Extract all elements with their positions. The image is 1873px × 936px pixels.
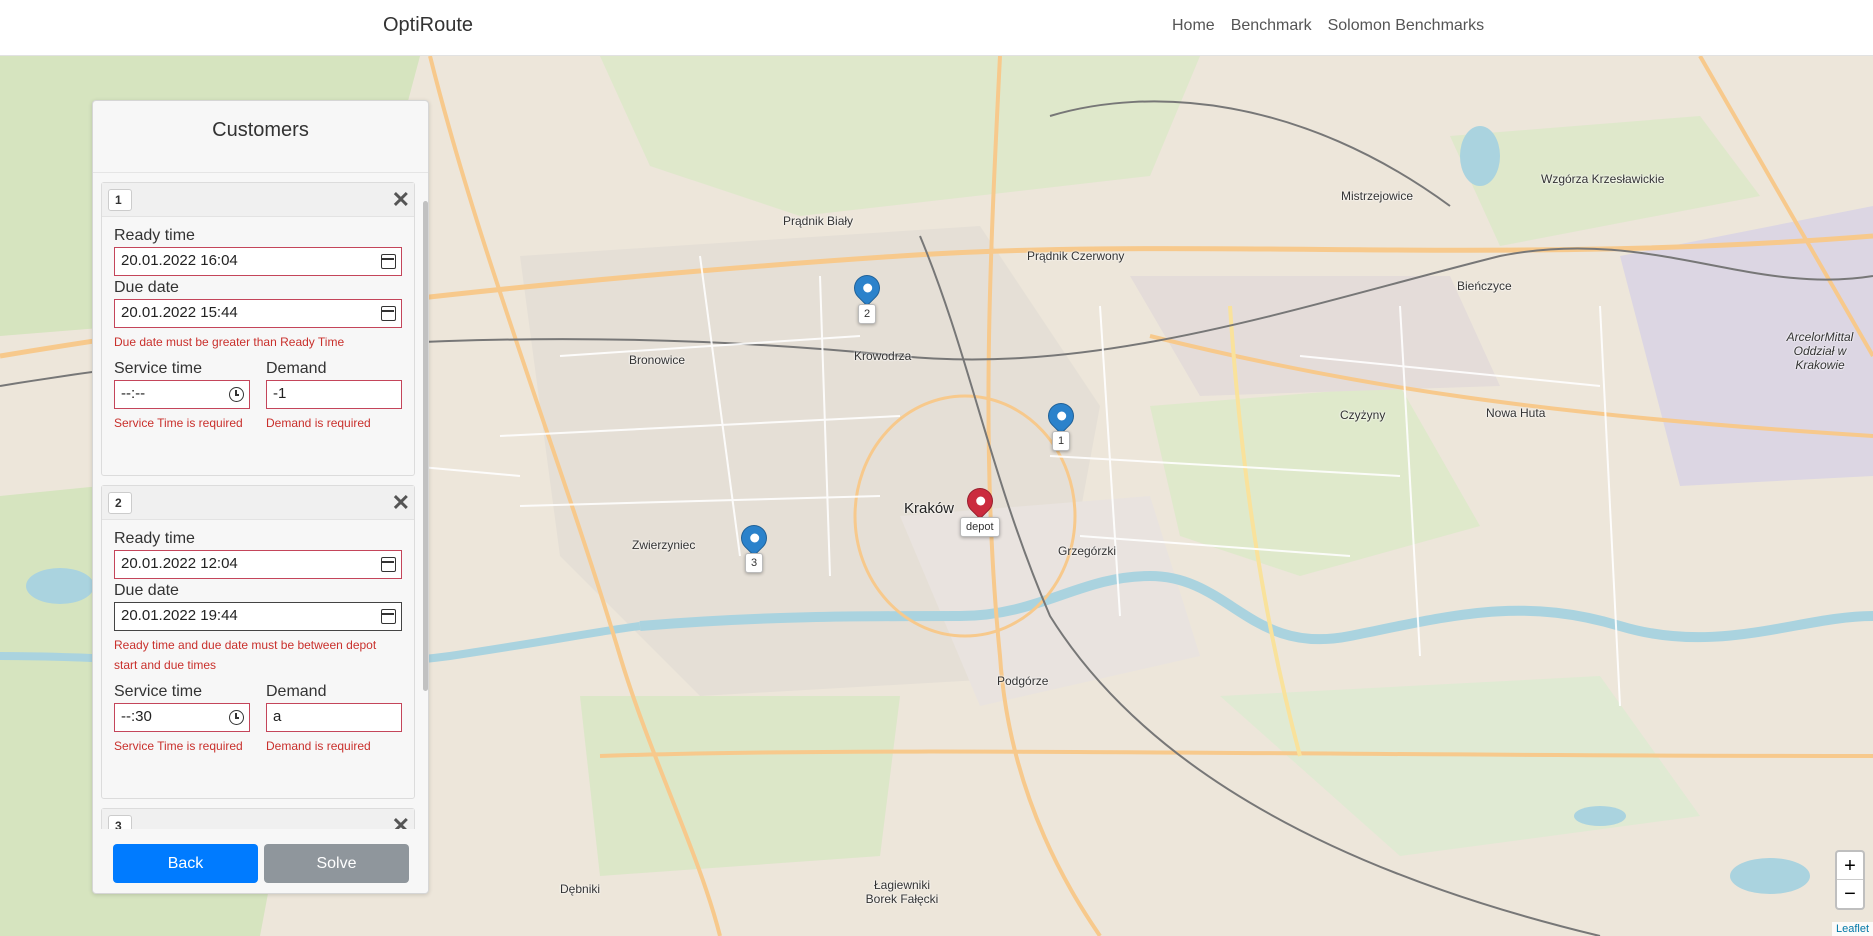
service-demand-row: Service time --:30 Service Time is requi… xyxy=(114,681,402,756)
nav-links: Home Benchmark Solomon Benchmarks xyxy=(1172,17,1484,35)
ready-time-value: 20.01.2022 16:04 xyxy=(121,252,238,269)
due-date-label: Due date xyxy=(114,582,179,599)
calendar-icon[interactable] xyxy=(381,609,396,624)
nav-solomon-benchmarks[interactable]: Solomon Benchmarks xyxy=(1328,17,1485,35)
ready-time-label: Ready time xyxy=(114,530,195,547)
map-label-podgorze: Podgórze xyxy=(997,674,1049,688)
due-date-input[interactable]: 20.01.2022 15:44 xyxy=(114,299,402,328)
zoom-in-button[interactable]: + xyxy=(1837,852,1863,880)
customer-card-body: Ready time 20.01.2022 12:04 Due date 20.… xyxy=(102,520,414,756)
map-label-bronowice: Bronowice xyxy=(629,353,686,367)
demand-group: Demand a Demand is required xyxy=(266,681,402,756)
due-date-error: Due date must be greater than Ready Time xyxy=(114,335,345,349)
zoom-control: + − xyxy=(1835,850,1865,910)
ready-time-input[interactable]: 20.01.2022 16:04 xyxy=(114,247,402,276)
demand-error: Demand is required xyxy=(266,739,371,753)
customer-card: 2 ✕ Ready time 20.01.2022 12:04 Due date… xyxy=(101,485,415,799)
service-time-group: Service time --:-- Service Time is requi… xyxy=(114,358,250,433)
customer-card-header: 2 ✕ xyxy=(102,486,414,520)
demand-value: a xyxy=(273,708,282,725)
map-label-grzegorzki: Grzegórzki xyxy=(1058,544,1117,558)
map-label-pradnik-bialy: Prądnik Biały xyxy=(783,214,854,228)
map-label-krowodrza: Krowodrza xyxy=(854,349,912,363)
clock-icon[interactable] xyxy=(229,710,244,725)
service-time-input[interactable]: --:-- xyxy=(114,380,250,409)
due-date-value: 20.01.2022 19:44 xyxy=(121,607,238,624)
marker-tooltip-depot: depot xyxy=(960,517,1000,537)
marker-tooltip-2: 2 xyxy=(858,304,877,324)
customer-list[interactable]: 1 ✕ Ready time 20.01.2022 16:04 Due date… xyxy=(93,174,430,829)
demand-error: Demand is required xyxy=(266,416,371,430)
service-time-value: --:-- xyxy=(121,385,146,402)
marker-pin-icon xyxy=(961,482,999,520)
scrollbar-thumb[interactable] xyxy=(423,201,428,691)
customer-card: 1 ✕ Ready time 20.01.2022 16:04 Due date… xyxy=(101,182,415,476)
map-attribution[interactable]: Leaflet xyxy=(1831,922,1873,936)
nav-home[interactable]: Home xyxy=(1172,17,1215,35)
customer-card: 3 ✕ xyxy=(101,808,415,829)
customer-id-badge: 1 xyxy=(108,189,132,211)
map-label-arcelormittal: ArcelorMittal Oddział w Krakowie xyxy=(1786,330,1854,372)
demand-label: Demand xyxy=(266,683,327,700)
map-label-debniki: Dębniki xyxy=(560,882,601,896)
map-label-pradnik-czerwony: Prądnik Czerwony xyxy=(1027,249,1125,263)
map-label-nowa-huta: Nowa Huta xyxy=(1486,406,1546,420)
back-button[interactable]: Back xyxy=(113,844,258,883)
map-label-wzgorza: Wzgórza Krzesławickie xyxy=(1541,172,1665,186)
due-date-input[interactable]: 20.01.2022 19:44 xyxy=(114,602,402,631)
due-date-value: 20.01.2022 15:44 xyxy=(121,304,238,321)
ready-time-label: Ready time xyxy=(114,227,195,244)
customer-id-badge: 2 xyxy=(108,492,132,514)
service-time-input[interactable]: --:30 xyxy=(114,703,250,732)
map-label-lagiewniki: Łagiewniki Borek Fałęcki xyxy=(865,878,939,906)
due-date-error: Ready time and due date must be between … xyxy=(114,638,377,672)
service-time-error: Service Time is required xyxy=(114,739,243,753)
service-demand-row: Service time --:-- Service Time is requi… xyxy=(114,358,402,433)
customer-id-badge: 3 xyxy=(108,815,132,829)
brand-logo[interactable]: OptiRoute xyxy=(383,14,473,37)
panel-title: Customers xyxy=(93,101,428,173)
calendar-icon[interactable] xyxy=(381,254,396,269)
ready-time-input[interactable]: 20.01.2022 12:04 xyxy=(114,550,402,579)
calendar-icon[interactable] xyxy=(381,557,396,572)
demand-value: -1 xyxy=(273,385,287,402)
calendar-icon[interactable] xyxy=(381,306,396,321)
demand-group: Demand -1 Demand is required xyxy=(266,358,402,433)
navbar: OptiRoute Home Benchmark Solomon Benchma… xyxy=(0,0,1873,56)
map-label-czyzyny: Czyżyny xyxy=(1340,408,1386,422)
ready-time-value: 20.01.2022 12:04 xyxy=(121,555,238,572)
panel-actions: Back Solve xyxy=(113,844,409,883)
list-scrollbar[interactable] xyxy=(422,201,428,761)
remove-customer-icon[interactable]: ✕ xyxy=(392,187,410,213)
remove-customer-icon[interactable]: ✕ xyxy=(392,813,410,829)
marker-tooltip-1: 1 xyxy=(1052,431,1071,451)
demand-label: Demand xyxy=(266,360,327,377)
marker-pin-icon xyxy=(848,269,886,307)
customer-card-header: 1 ✕ xyxy=(102,183,414,217)
due-date-label: Due date xyxy=(114,279,179,296)
map-label-krakow: Kraków xyxy=(904,500,955,517)
nav-benchmark[interactable]: Benchmark xyxy=(1231,17,1312,35)
service-time-error: Service Time is required xyxy=(114,416,243,430)
marker-tooltip-3: 3 xyxy=(745,553,764,573)
demand-input[interactable]: -1 xyxy=(266,380,402,409)
customers-panel: Customers 1 ✕ Ready time 20.01.2022 16:0… xyxy=(92,100,429,894)
service-time-label: Service time xyxy=(114,360,203,377)
marker-pin-icon xyxy=(735,519,773,557)
remove-customer-icon[interactable]: ✕ xyxy=(392,490,410,516)
service-time-group: Service time --:30 Service Time is requi… xyxy=(114,681,250,756)
map-label-zwierzyniec: Zwierzyniec xyxy=(632,538,696,552)
map-label-mistrzejowice: Mistrzejowice xyxy=(1341,189,1414,203)
customer-card-header: 3 ✕ xyxy=(102,809,414,829)
customer-card-body: Ready time 20.01.2022 16:04 Due date 20.… xyxy=(102,217,414,433)
marker-pin-icon xyxy=(1042,397,1080,435)
clock-icon[interactable] xyxy=(229,387,244,402)
solve-button[interactable]: Solve xyxy=(264,844,409,883)
service-time-value: --:30 xyxy=(121,708,152,725)
map-label-bienczyce: Bieńczyce xyxy=(1457,279,1512,293)
service-time-label: Service time xyxy=(114,683,203,700)
zoom-out-button[interactable]: − xyxy=(1837,880,1863,908)
demand-input[interactable]: a xyxy=(266,703,402,732)
